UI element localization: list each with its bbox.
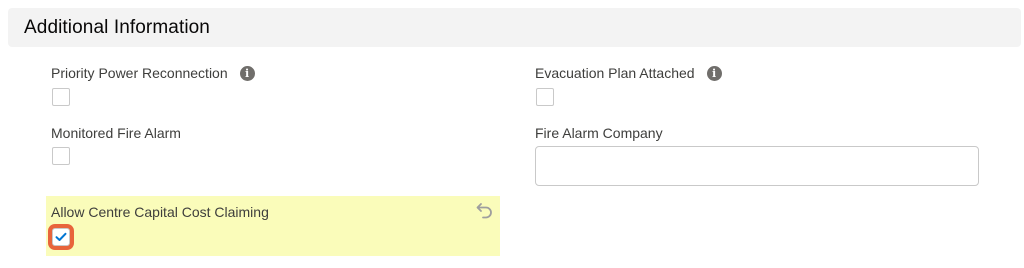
- evacuation-plan-attached-label: Evacuation Plan Attached: [535, 65, 695, 81]
- section-header[interactable]: Additional Information: [8, 8, 1021, 47]
- info-icon[interactable]: i: [239, 65, 255, 81]
- field-evacuation-plan-attached: Evacuation Plan Attached i: [535, 64, 722, 82]
- priority-power-reconnection-label: Priority Power Reconnection: [51, 65, 228, 81]
- field-fire-alarm-company: Fire Alarm Company: [535, 124, 663, 142]
- field-allow-centre-capital-cost-claiming: Allow Centre Capital Cost Claiming: [51, 203, 269, 221]
- section-title: Additional Information: [24, 16, 210, 38]
- checkmark-icon: [55, 232, 67, 241]
- priority-power-reconnection-checkbox[interactable]: [52, 88, 70, 106]
- evacuation-plan-attached-checkbox[interactable]: [536, 88, 554, 106]
- allow-centre-capital-cost-claiming-checkbox[interactable]: [48, 224, 74, 250]
- field-monitored-fire-alarm: Monitored Fire Alarm: [51, 124, 181, 142]
- fire-alarm-company-label: Fire Alarm Company: [535, 125, 663, 141]
- field-priority-power-reconnection: Priority Power Reconnection i: [51, 64, 255, 82]
- info-icon[interactable]: i: [706, 65, 722, 81]
- monitored-fire-alarm-checkbox[interactable]: [52, 147, 70, 165]
- additional-information-page: Additional Information Priority Power Re…: [0, 0, 1024, 268]
- undo-icon[interactable]: [475, 200, 495, 220]
- checkbox-inner: [52, 228, 70, 246]
- allow-centre-capital-cost-claiming-label: Allow Centre Capital Cost Claiming: [51, 204, 269, 220]
- monitored-fire-alarm-label: Monitored Fire Alarm: [51, 125, 181, 141]
- fire-alarm-company-input[interactable]: [535, 146, 979, 186]
